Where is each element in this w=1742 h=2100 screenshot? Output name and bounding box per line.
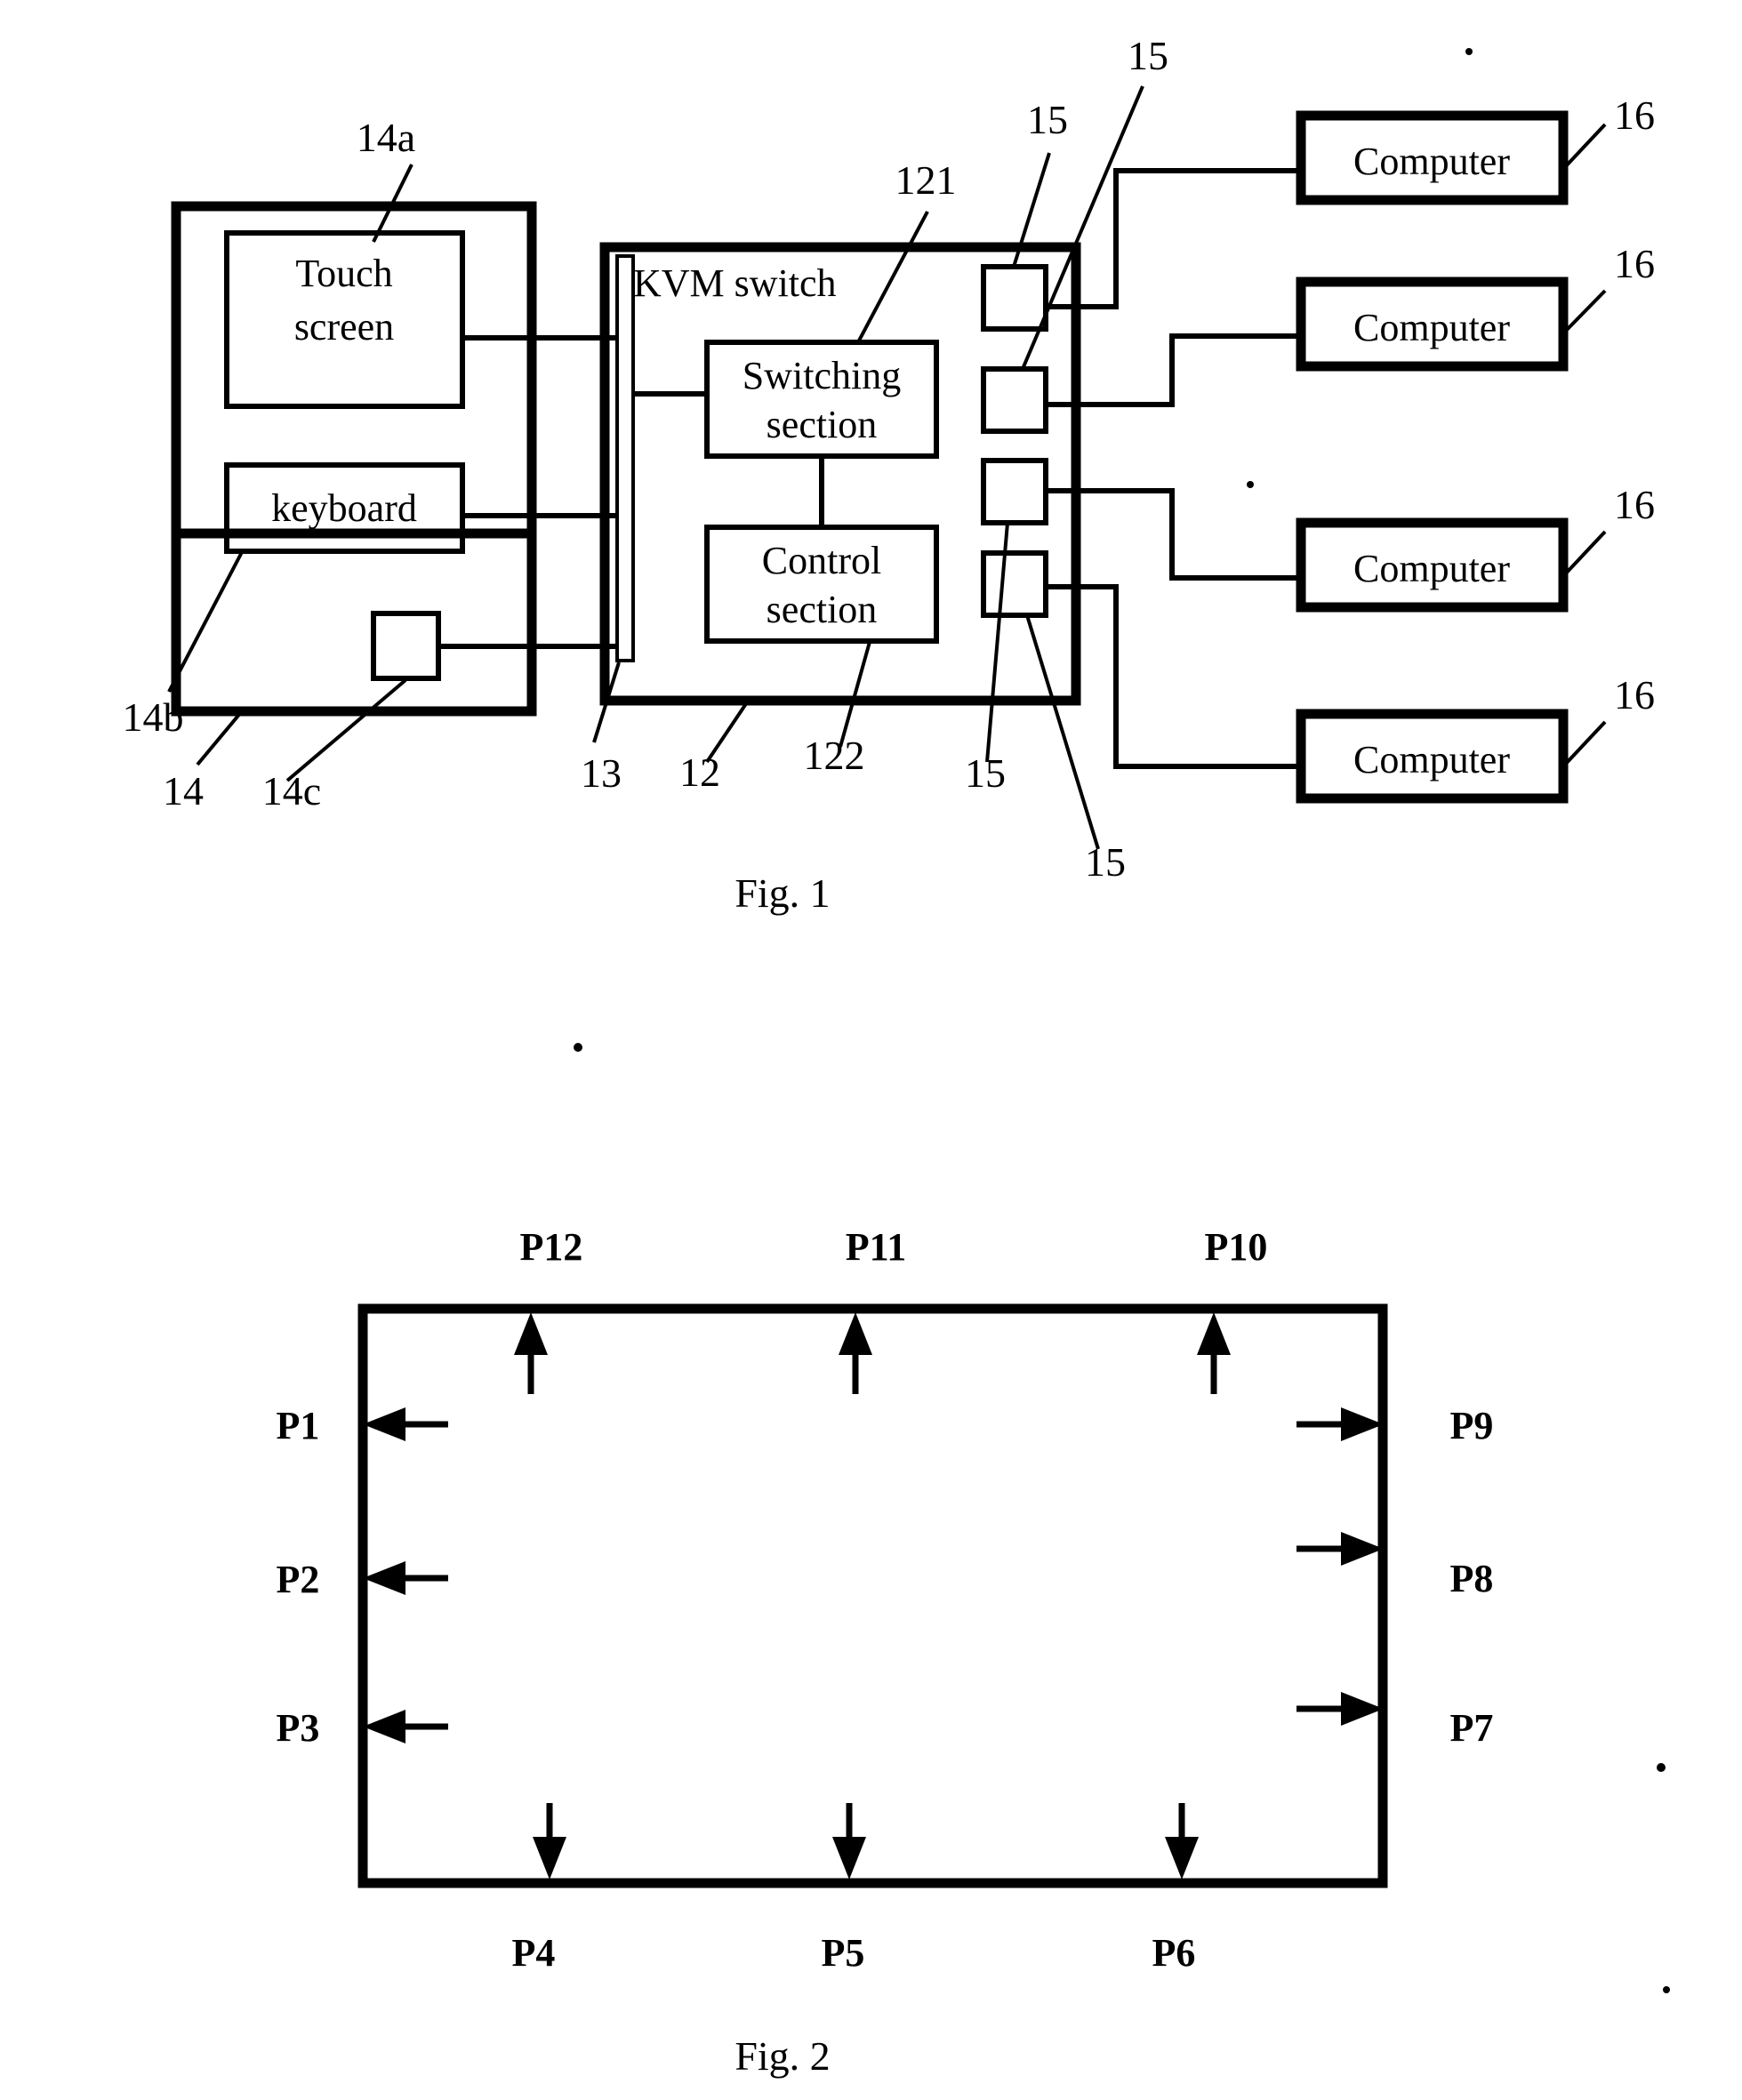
ref-numeral-16-3: 16 <box>1614 482 1655 527</box>
port-label-p1: P1 <box>277 1404 320 1447</box>
computer-label-2: Computer <box>1353 306 1510 349</box>
ref-numeral-12: 12 <box>679 749 720 795</box>
scan-speck-5 <box>1663 1986 1670 1993</box>
ref-numeral-14a: 14a <box>357 115 415 160</box>
control-section-label-line2: section <box>767 588 878 631</box>
ref-numeral-14c: 14c <box>262 768 321 814</box>
scan-speck-4 <box>1657 1763 1666 1772</box>
port-label-p7: P7 <box>1450 1706 1494 1750</box>
ref-numeral-16-2: 16 <box>1614 241 1655 286</box>
ref-numeral-15-top: 15 <box>1027 97 1068 142</box>
port-label-p3: P3 <box>277 1706 320 1750</box>
ref-numeral-16-4: 16 <box>1614 672 1655 717</box>
port-label-p6: P6 <box>1152 1931 1196 1975</box>
computer-label-4: Computer <box>1353 738 1510 781</box>
ref-numeral-15-lower: 15 <box>965 750 1006 796</box>
computer-label-3: Computer <box>1353 547 1510 590</box>
patent-drawing-sheet: Touch screen keyboard KVM switch Switchi… <box>0 0 1742 2100</box>
kvm-switch-label: KVM switch <box>633 261 837 305</box>
ref-numeral-14b: 14b <box>123 694 184 740</box>
port-label-p5: P5 <box>822 1931 865 1975</box>
port-label-p9: P9 <box>1450 1404 1494 1447</box>
figure-2-caption: Fig. 2 <box>735 2033 830 2079</box>
ref-numeral-122: 122 <box>804 733 865 778</box>
port-label-p2: P2 <box>277 1558 320 1601</box>
port-label-p11: P11 <box>846 1225 906 1269</box>
ref-numeral-16-1: 16 <box>1614 92 1655 138</box>
control-section-label-line1: Control <box>762 539 881 582</box>
ref-numeral-14: 14 <box>163 768 204 814</box>
computer-label-1: Computer <box>1353 140 1510 183</box>
switching-section-label-line1: Switching <box>743 354 901 397</box>
touch-screen-label-line1: Touch <box>295 252 392 295</box>
switching-section-label-line2: section <box>767 403 878 446</box>
scan-speck-1 <box>1465 48 1473 55</box>
scan-speck-2 <box>1247 481 1254 488</box>
keyboard-label: keyboard <box>271 486 417 530</box>
touch-screen-label-line2: screen <box>294 305 394 349</box>
port-label-p4: P4 <box>512 1931 556 1975</box>
port-label-p10: P10 <box>1205 1225 1268 1269</box>
port-label-p8: P8 <box>1450 1557 1494 1600</box>
figure-1-caption: Fig. 1 <box>735 870 830 916</box>
port-label-p12: P12 <box>520 1225 583 1269</box>
ref-numeral-15-upper: 15 <box>1128 33 1168 78</box>
ref-numeral-15-bottom: 15 <box>1085 839 1126 885</box>
ref-numeral-13: 13 <box>581 750 622 796</box>
scan-speck-3 <box>574 1043 582 1052</box>
ref-numeral-121: 121 <box>895 157 957 203</box>
